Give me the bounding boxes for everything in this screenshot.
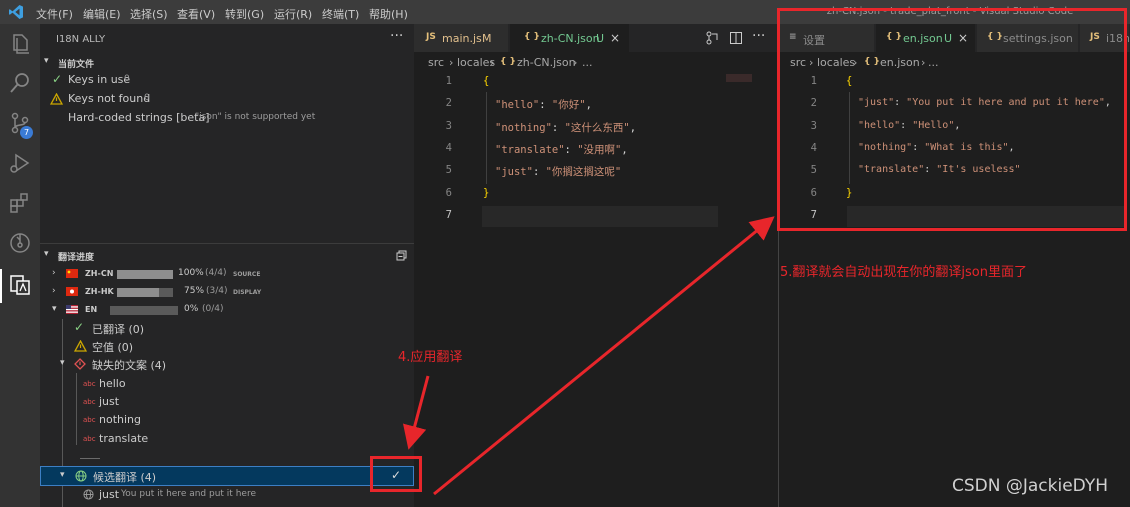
arrow-step4	[403, 375, 430, 450]
arrow-step5	[433, 216, 775, 496]
annotation-arrows	[403, 216, 775, 496]
watermark: CSDN @JackieDYH	[952, 476, 1109, 496]
